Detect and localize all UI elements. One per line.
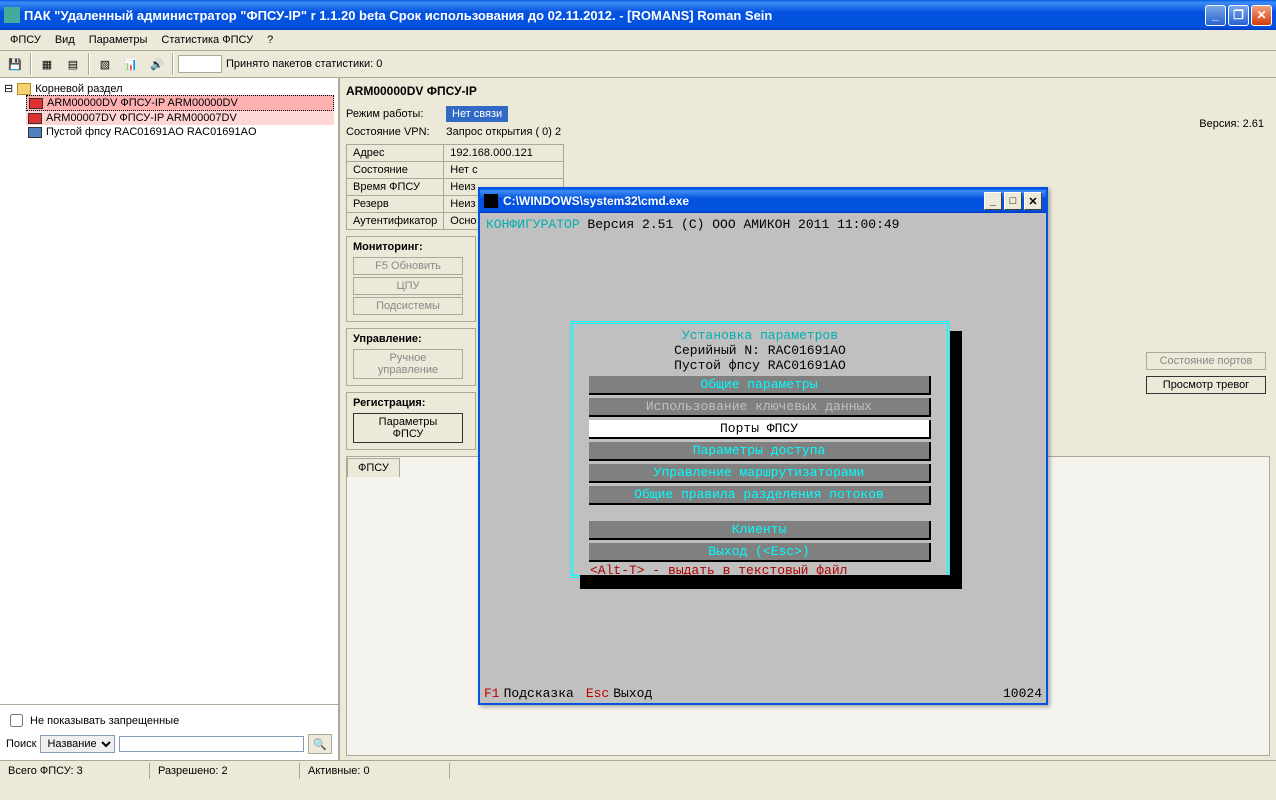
hide-forbidden-label: Не показывать запрещенные [30, 715, 179, 727]
tab-fpsu[interactable]: ФПСУ [347, 458, 400, 477]
close-button[interactable]: ✕ [1251, 5, 1272, 26]
toolbar-save-icon[interactable]: 💾 [4, 53, 26, 75]
cmd-menu-clients[interactable]: Клиенты [589, 521, 931, 540]
fpsu-params-button[interactable]: Параметры ФПСУ [353, 413, 463, 443]
device-icon [28, 113, 42, 124]
tree-root-label: Корневой раздел [35, 83, 122, 95]
alarms-button[interactable]: Просмотр тревог [1146, 376, 1266, 394]
cmd-menu-keys[interactable]: Использование ключевых данных [589, 398, 931, 417]
sidebar: ⊟ Корневой раздел ARM00000DV ФПСУ-IP ARM… [0, 78, 340, 760]
cmd-esc-label: Выход [613, 686, 652, 701]
statusbar: Всего ФПСУ: 3 Разрешено: 2 Активные: 0 [0, 760, 1276, 780]
content-title: ARM00000DV ФПСУ-IP [346, 84, 1270, 98]
cmd-serial1: Серийный N: RAC01691AO [579, 343, 941, 358]
menu-fpsu[interactable]: ФПСУ [4, 32, 47, 48]
app-icon [4, 7, 20, 23]
monitoring-title: Мониторинг: [353, 241, 469, 253]
cmd-maximize-button[interactable]: □ [1004, 192, 1022, 210]
cmd-menu-routers[interactable]: Управление маршрутизаторами [589, 464, 931, 483]
cmd-body: КОНФИГУРАТОР Версия 2.51 (C) ООО АМИКОН … [480, 213, 1046, 703]
mode-label: Режим работы: [346, 108, 446, 120]
tree-item-1[interactable]: ARM00007DV ФПСУ-IP ARM00007DV [26, 111, 334, 125]
vpn-value: Запрос открытия ( 0) 2 [446, 126, 561, 138]
tree-root[interactable]: ⊟ Корневой раздел [4, 82, 334, 95]
status-total: Всего ФПСУ: 3 [0, 763, 150, 779]
titlebar: ПАК "Удаленный администратор "ФПСУ-IP" r… [0, 0, 1276, 30]
reg-title: Регистрация: [353, 397, 469, 409]
version-label: Версия: 2.61 [1199, 118, 1264, 130]
cmd-icon [484, 194, 498, 208]
toolbar-btn2[interactable]: ▦ [36, 53, 58, 75]
menu-params[interactable]: Параметры [83, 32, 154, 48]
tree-item-2[interactable]: Пустой фпсу RAC01691AO RAC01691AO [26, 125, 334, 139]
cmd-window[interactable]: C:\WINDOWS\system32\cmd.exe _ □ ✕ КОНФИГ… [478, 187, 1048, 705]
cmd-alt-hint: <Alt-T> - выдать в текстовый файл [590, 563, 847, 578]
ports-state-button[interactable]: Состояние портов [1146, 352, 1266, 370]
cmd-menu-exit[interactable]: Выход (<Esc>) [589, 543, 931, 562]
cmd-num: 10024 [1003, 686, 1042, 701]
tree[interactable]: ⊟ Корневой раздел ARM00000DV ФПСУ-IP ARM… [0, 78, 338, 704]
vpn-label: Состояние VPN: [346, 126, 446, 138]
cmd-title-text: C:\WINDOWS\system32\cmd.exe [503, 194, 689, 208]
toolbar-btn3[interactable]: ▤ [62, 53, 84, 75]
cmd-close-button[interactable]: ✕ [1024, 192, 1042, 210]
cmd-menu-ports[interactable]: Порты ФПСУ [589, 420, 931, 439]
tree-item-label: ARM00007DV ФПСУ-IP ARM00007DV [46, 112, 237, 124]
mode-value: Нет связи [446, 106, 508, 122]
menubar: ФПСУ Вид Параметры Статистика ФПСУ ? [0, 30, 1276, 51]
search-select[interactable]: Название [40, 735, 115, 753]
toolbar-stat-label: Принято пакетов статистики: 0 [226, 58, 382, 70]
cmd-minimize-button[interactable]: _ [984, 192, 1002, 210]
tree-item-label: ARM00000DV ФПСУ-IP ARM00000DV [47, 97, 238, 109]
cmd-menu-common[interactable]: Общие параметры [589, 376, 931, 395]
folder-icon [17, 83, 31, 95]
cmd-esc-key: Esc [586, 686, 609, 701]
status-allowed: Разрешено: 2 [150, 763, 300, 779]
minimize-button[interactable]: _ [1205, 5, 1226, 26]
search-label: Поиск [6, 738, 36, 750]
toolbar-sound-icon[interactable]: 🔊 [146, 53, 168, 75]
cmd-topline: Версия 2.51 (C) ООО АМИКОН 2011 11:00:49 [580, 217, 900, 232]
device-icon [29, 98, 43, 109]
cmd-f1-key: F1 [484, 686, 500, 701]
device-icon [28, 127, 42, 138]
search-button[interactable]: 🔍 [308, 734, 332, 754]
search-input[interactable] [119, 736, 304, 752]
refresh-button[interactable]: F5 Обновить [353, 257, 463, 275]
hide-forbidden-checkbox[interactable] [10, 714, 23, 727]
toolbar: 💾 ▦ ▤ ▧ 📊 🔊 Принято пакетов статистики: … [0, 51, 1276, 78]
subsystems-button[interactable]: Подсистемы [353, 297, 463, 315]
menu-help[interactable]: ? [261, 32, 279, 48]
cmd-box-title: Установка параметров [579, 328, 941, 343]
menu-view[interactable]: Вид [49, 32, 81, 48]
toolbar-stat-box [178, 55, 222, 73]
maximize-button[interactable]: ❐ [1228, 5, 1249, 26]
cmd-configurator-label: КОНФИГУРАТОР [486, 217, 580, 232]
cmd-titlebar[interactable]: C:\WINDOWS\system32\cmd.exe _ □ ✕ [480, 189, 1046, 213]
menu-stats[interactable]: Статистика ФПСУ [155, 32, 259, 48]
manage-title: Управление: [353, 333, 469, 345]
status-active: Активные: 0 [300, 763, 450, 779]
toolbar-btn4[interactable]: ▧ [94, 53, 116, 75]
tree-item-label: Пустой фпсу RAC01691AO RAC01691AO [46, 126, 257, 138]
cmd-f1-label: Подсказка [504, 686, 574, 701]
cmd-menu-flows[interactable]: Общие правила разделения потоков [589, 486, 931, 505]
cmd-menu-access[interactable]: Параметры доступа [589, 442, 931, 461]
toolbar-btn5[interactable]: 📊 [120, 53, 142, 75]
window-title: ПАК "Удаленный администратор "ФПСУ-IP" r… [24, 8, 1205, 23]
cmd-serial2: Пустой фпсу RAC01691AO [579, 358, 941, 373]
tree-item-0[interactable]: ARM00000DV ФПСУ-IP ARM00000DV [26, 95, 334, 111]
cmd-menu-box: Установка параметров Серийный N: RAC0169… [570, 321, 950, 578]
cpu-button[interactable]: ЦПУ [353, 277, 463, 295]
manual-button[interactable]: Ручное управление [353, 349, 463, 379]
